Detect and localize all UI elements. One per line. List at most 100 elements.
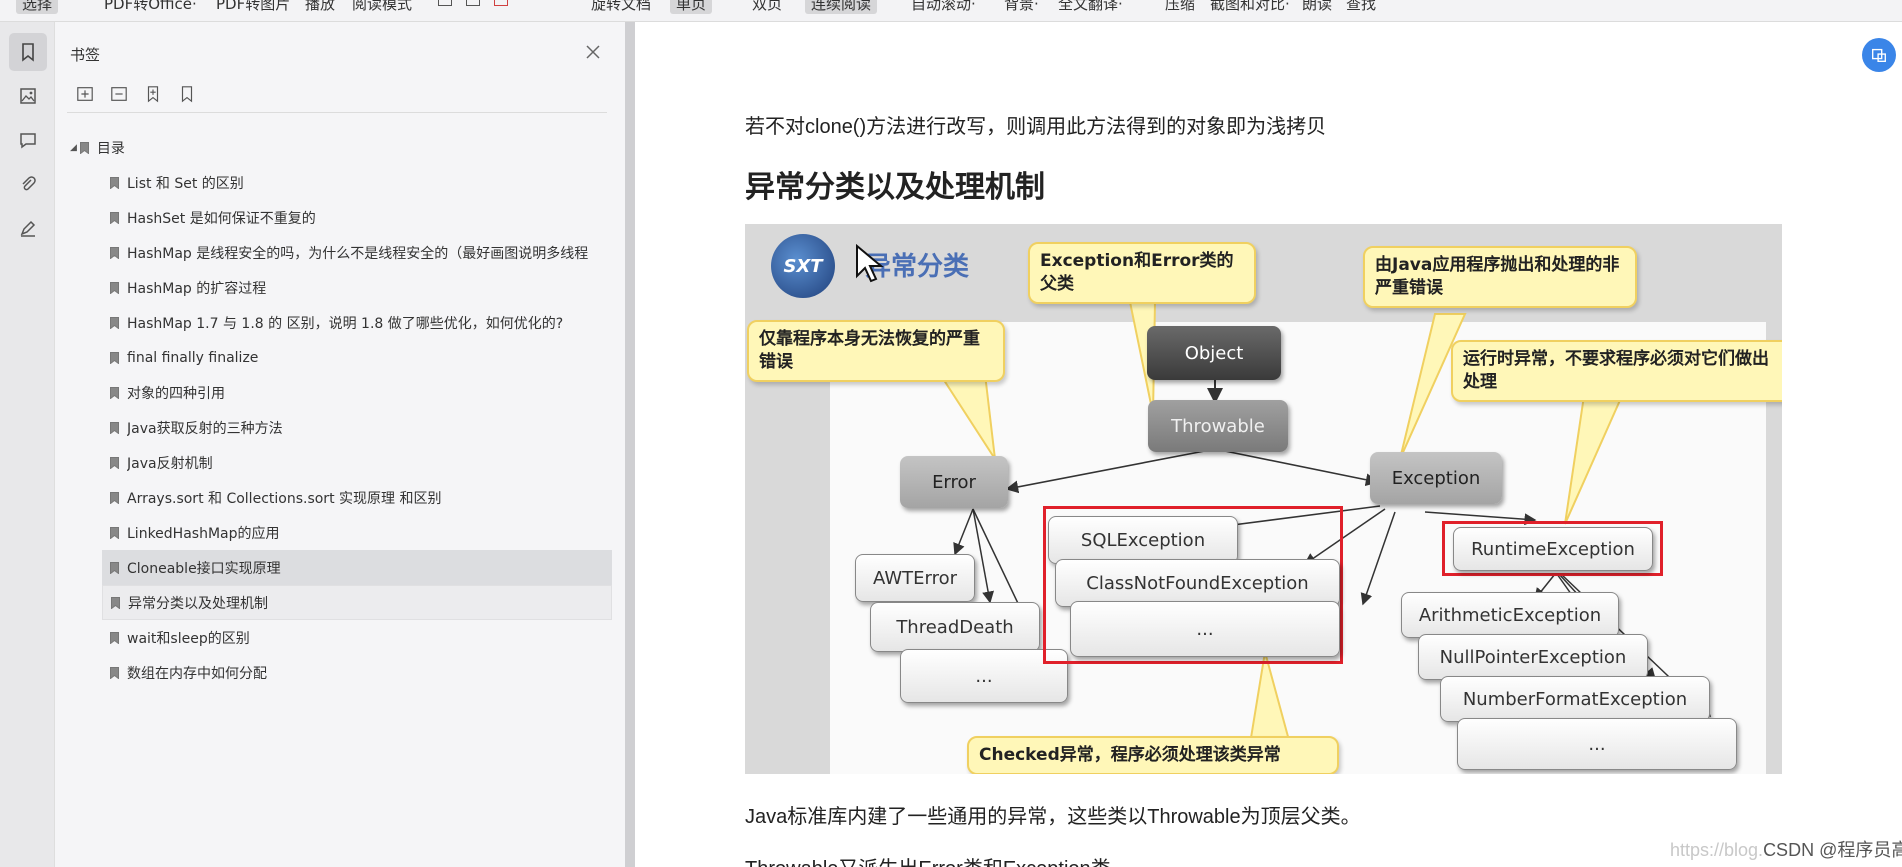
node-awt-error: AWTError — [855, 554, 975, 602]
node-arithmetic-exception: ArithmeticException — [1401, 592, 1619, 638]
bookmark-label: HashMap 的扩容过程 — [127, 280, 267, 297]
watermark-url: https://blog. — [1670, 840, 1764, 860]
pdf-reader-window: 选择 PDF转Office· PDF转图片 播放 阅读模式 旋转文档 单页 双页… — [0, 0, 1902, 867]
bookmark-label: 目录 — [96, 140, 125, 157]
select-tool-button[interactable]: 选择 — [16, 0, 59, 14]
paragraph-clone: 若不对clone()方法进行改写，则调用此方法得到的对象即为浅拷贝 — [745, 116, 1327, 138]
add-bookmark-icon — [77, 87, 93, 101]
bookmark-label: 数组在内存中如何分配 — [127, 665, 267, 682]
signature-panel-button[interactable] — [9, 209, 47, 247]
callout-error: 仅靠程序本身无法恢复的严重错误 — [747, 320, 1005, 382]
reading-mode-button[interactable]: 阅读模式 — [352, 0, 412, 14]
actual-size-icon[interactable] — [494, 0, 508, 6]
bookmark-label: HashMap 1.7 与 1.8 的 区别，说明 1.8 做了哪些优化，如何优… — [127, 315, 564, 332]
bookmark-item-icon — [79, 141, 89, 154]
bookmark-item[interactable]: wait和sleep的区别 — [102, 620, 612, 655]
node-class-not-found: ClassNotFoundException — [1055, 559, 1340, 607]
bookmark-item-icon — [110, 246, 119, 259]
node-checked-more: ... — [1070, 601, 1340, 657]
bookmark-item[interactable]: final finally finalize — [102, 340, 612, 375]
bookmark-item[interactable]: HashMap 是线程安全的吗，为什么不是线程安全的（最好画图说明多线程 — [102, 235, 612, 270]
panel-title: 书签 — [70, 46, 101, 64]
add-bookmark-button[interactable] — [75, 84, 95, 104]
close-panel-button[interactable] — [582, 41, 604, 63]
rotate-document-button[interactable]: 旋转文档 — [591, 0, 651, 14]
bookmark-panel: 书签 ◢ 目录 List 和 Set 的区别 HashSet 是如何保证不重复的… — [55, 22, 625, 867]
bookmark-label: 异常分类以及处理机制 — [128, 595, 268, 612]
bookmark-label: Java获取反射的三种方法 — [127, 420, 283, 437]
document-view[interactable]: 若不对clone()方法进行改写，则调用此方法得到的对象即为浅拷贝 异常分类以及… — [635, 22, 1902, 867]
read-aloud-button[interactable]: 朗读 — [1302, 0, 1332, 14]
bookmark-item[interactable]: 异常分类以及处理机制 — [102, 585, 612, 620]
bookmark-item-icon — [110, 386, 119, 399]
panel-splitter[interactable] — [625, 22, 635, 867]
bookmark-item[interactable]: Java获取反射的三种方法 — [102, 410, 612, 445]
remove-bookmark-button[interactable] — [109, 84, 129, 104]
bookmark-item-icon — [110, 491, 119, 504]
callout-runtime: 运行时异常，不要求程序必须对它们做出处理 — [1451, 340, 1782, 402]
comment-panel-button[interactable] — [9, 121, 47, 159]
attachment-panel-button[interactable] — [9, 165, 47, 203]
bookmark-label: Java反射机制 — [127, 455, 213, 472]
bookmark-toolbar — [75, 84, 197, 104]
bookmark-panel-button[interactable] — [9, 33, 47, 71]
watermark-text: CSDN @程序员高级码农 — [1763, 840, 1902, 860]
background-button[interactable]: 背景· — [1004, 0, 1039, 14]
expand-caret-icon[interactable]: ◢ — [70, 143, 77, 153]
bookmark-outline-icon — [181, 86, 193, 103]
full-translate-button[interactable]: 全文翻译· — [1058, 0, 1123, 14]
auto-scroll-button[interactable]: 自动滚动· — [911, 0, 976, 14]
bookmark-item[interactable]: LinkedHashMap的应用 — [102, 515, 612, 550]
bookmark-item-icon — [110, 666, 119, 679]
compress-button[interactable]: 压缩 — [1165, 0, 1195, 14]
signature-icon — [20, 220, 36, 237]
single-page-button[interactable]: 单页 — [670, 0, 713, 14]
translate-icon — [1872, 48, 1886, 62]
paragraph-error-exception: Throwable又派生出Error类和Exception类。 — [745, 852, 1131, 867]
pdf-to-image-button[interactable]: PDF转图片 — [216, 0, 290, 14]
bookmark-item-icon — [110, 456, 119, 469]
bookmark-item-icon — [110, 281, 119, 294]
bookmark-label: 对象的四种引用 — [127, 385, 225, 402]
pdf-to-office-button[interactable]: PDF转Office· — [104, 0, 197, 14]
bookmark-item[interactable]: 数组在内存中如何分配 — [102, 655, 612, 690]
bookmark-label: wait和sleep的区别 — [127, 630, 250, 647]
bookmark-item[interactable]: Arrays.sort 和 Collections.sort 实现原理 和区别 — [102, 480, 612, 515]
bookmark-label: Cloneable接口实现原理 — [127, 560, 281, 577]
attachment-icon — [22, 176, 36, 191]
exception-diagram-image: SXT 异常分类 仅靠程序本身无法恢复的严重错误 Exception和Error… — [745, 224, 1782, 774]
bookmark-item[interactable]: Java反射机制 — [102, 445, 612, 480]
bookmark-item-icon — [110, 351, 119, 364]
node-sql-exception: SQLException — [1048, 516, 1238, 564]
bookmark-item[interactable]: Cloneable接口实现原理 — [102, 550, 612, 585]
remove-bookmark-icon — [111, 87, 127, 101]
bookmark-item[interactable]: List 和 Set 的区别 — [102, 165, 612, 200]
bookmark-item[interactable]: HashSet 是如何保证不重复的 — [102, 200, 612, 235]
comment-icon — [20, 133, 36, 149]
node-runtime-more: ... — [1457, 718, 1737, 770]
bookmark-item-icon — [110, 421, 119, 434]
bookmark-item-icon — [110, 561, 119, 574]
fit-width-icon[interactable] — [438, 0, 452, 6]
bookmark-outline-button[interactable] — [177, 84, 197, 104]
find-button[interactable]: 查找 — [1346, 0, 1376, 14]
thumbnail-icon — [20, 88, 36, 104]
bookmark-root[interactable]: ◢ 目录 — [55, 130, 625, 165]
continuous-reading-button[interactable]: 连续阅读 — [805, 0, 878, 14]
floating-translate-button[interactable] — [1862, 38, 1896, 72]
callout-throwable: Exception和Error类的父类 — [1028, 242, 1256, 304]
bookmark-label: List 和 Set 的区别 — [127, 175, 244, 192]
thumbnail-panel-button[interactable] — [9, 77, 47, 115]
bookmark-item[interactable]: 对象的四种引用 — [102, 375, 612, 410]
bookmark-item[interactable]: HashMap 1.7 与 1.8 的 区别，说明 1.8 做了哪些优化，如何优… — [102, 305, 612, 340]
double-page-button[interactable]: 双页 — [752, 0, 782, 14]
fit-page-icon[interactable] — [466, 0, 480, 6]
insert-bookmark-button[interactable] — [143, 84, 163, 104]
bookmark-item[interactable]: HashMap 的扩容过程 — [102, 270, 612, 305]
screenshot-compare-button[interactable]: 截图和对比· — [1210, 0, 1290, 14]
node-runtime-exception: RuntimeException — [1453, 527, 1653, 571]
insert-bookmark-icon — [147, 86, 159, 103]
play-button[interactable]: 播放 — [305, 0, 335, 14]
bookmark-item-icon — [110, 211, 119, 224]
bookmark-tree: ◢ 目录 List 和 Set 的区别 HashSet 是如何保证不重复的 Hash… — [55, 130, 625, 690]
